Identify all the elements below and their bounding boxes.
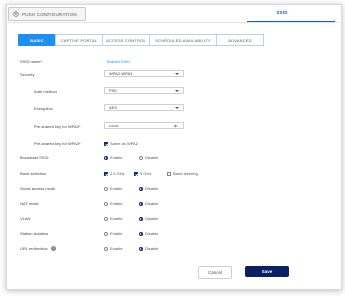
chevron-down-icon bbox=[175, 73, 179, 75]
same-as-wpa2-checkbox[interactable]: Same as WPA2 bbox=[104, 141, 138, 146]
radio-selected[interactable] bbox=[139, 201, 143, 206]
radio[interactable] bbox=[104, 186, 108, 191]
security-label: Security bbox=[20, 72, 35, 77]
tab-scheduled-availability[interactable]: SCHEDULED AVAILABILITY bbox=[149, 34, 216, 46]
security-select[interactable]: WPA2-WPA3 bbox=[104, 70, 184, 77]
checkbox[interactable] bbox=[104, 141, 108, 146]
push-configuration-button[interactable]: PUSH CONFIGURATION bbox=[8, 7, 86, 21]
ssid-name-value[interactable]: Branch SSID bbox=[107, 59, 130, 64]
radio[interactable] bbox=[104, 216, 108, 221]
vlan-disable-radio[interactable]: Disable bbox=[139, 216, 158, 221]
option-label: Enable bbox=[110, 186, 123, 191]
option-label: Disable bbox=[145, 186, 159, 191]
nat-disable-radio[interactable]: Disable bbox=[139, 201, 158, 206]
header-divider bbox=[6, 22, 340, 23]
radio-selected[interactable] bbox=[139, 246, 143, 251]
option-label: Disable bbox=[145, 155, 159, 160]
option-label: Enable bbox=[110, 246, 123, 251]
radio[interactable] bbox=[104, 231, 108, 236]
guest-enable-radio[interactable]: Enable bbox=[104, 186, 122, 191]
same-as-wpa2-label: Same as WPA2 bbox=[110, 141, 138, 146]
checkbox[interactable] bbox=[104, 171, 108, 176]
encryption-label: Encryption bbox=[34, 106, 53, 111]
guest-access-label: Guest access mode bbox=[20, 186, 56, 191]
sub-tabs: BASIC CAPTIVE PORTAL ACCESS CONTROL SCHE… bbox=[18, 34, 264, 46]
tab-captive-portal[interactable]: CAPTIVE PORTAL bbox=[55, 34, 102, 46]
radio-selected[interactable] bbox=[139, 231, 143, 236]
url-redirection-text: URL redirection bbox=[20, 246, 48, 251]
band-steering-checkbox[interactable]: Band steering bbox=[167, 171, 198, 176]
band-24-checkbox[interactable]: 2.4 GHz bbox=[104, 171, 125, 176]
tab-advanced[interactable]: ADVANCED bbox=[216, 34, 264, 46]
option-label: 5 GHz bbox=[140, 171, 152, 176]
tab-basic[interactable]: BASIC bbox=[18, 34, 55, 46]
band-5-checkbox[interactable]: 5 GHz bbox=[134, 171, 151, 176]
radio[interactable] bbox=[104, 246, 108, 251]
encryption-value: AES bbox=[109, 105, 118, 110]
broadcast-disable-radio[interactable]: Disable bbox=[139, 155, 158, 160]
url-disable-radio[interactable]: Disable bbox=[139, 246, 158, 251]
isolation-enable-radio[interactable]: Enable bbox=[104, 231, 122, 236]
ssid-name-label: SSID name* bbox=[20, 59, 43, 64]
info-icon[interactable]: i bbox=[50, 246, 56, 251]
auth-method-value: PSK bbox=[109, 88, 118, 93]
isolation-disable-radio[interactable]: Disable bbox=[139, 231, 158, 236]
nat-enable-radio[interactable]: Enable bbox=[104, 201, 122, 206]
tab-access-control[interactable]: ACCESS CONTROL bbox=[102, 34, 149, 46]
option-label: Enable bbox=[110, 155, 123, 160]
push-configuration-label: PUSH CONFIGURATION bbox=[22, 11, 77, 17]
option-label: Enable bbox=[110, 216, 123, 221]
vlan-enable-radio[interactable]: Enable bbox=[104, 216, 122, 221]
auth-method-label: Auth method bbox=[34, 89, 57, 94]
psk-wpa2-label: Pre-shared key for WPA2* bbox=[34, 124, 81, 129]
radio-selected[interactable] bbox=[104, 155, 108, 160]
tab-ssid[interactable]: SSID bbox=[247, 10, 317, 15]
url-enable-radio[interactable]: Enable bbox=[104, 246, 122, 251]
radio[interactable] bbox=[104, 201, 108, 206]
option-label: Disable bbox=[145, 201, 159, 206]
encryption-select[interactable]: AES bbox=[104, 104, 184, 111]
psk-wpa3-label: Pre-shared key for WPA3* bbox=[34, 141, 81, 146]
eye-icon[interactable] bbox=[173, 124, 178, 128]
ssid-config-panel bbox=[6, 4, 342, 290]
option-label: Disable bbox=[145, 216, 159, 221]
option-label: Disable bbox=[145, 246, 159, 251]
radio-selected[interactable] bbox=[139, 186, 143, 191]
save-button[interactable]: Save bbox=[245, 266, 289, 277]
broadcast-enable-radio[interactable]: Enable bbox=[104, 155, 122, 160]
checkbox[interactable] bbox=[134, 171, 138, 176]
band-selection-label: Band selection bbox=[20, 171, 47, 176]
option-label: Disable bbox=[145, 231, 159, 236]
option-label: Enable bbox=[110, 231, 123, 236]
chevron-down-icon bbox=[175, 107, 179, 109]
chevron-down-icon bbox=[175, 90, 179, 92]
broadcast-ssid-label: Broadcast SSID bbox=[20, 155, 49, 160]
option-label: Band steering bbox=[173, 171, 198, 176]
station-isolation-label: Station isolation bbox=[20, 231, 49, 236]
option-label: 2.4 GHz bbox=[110, 171, 125, 176]
radio[interactable] bbox=[139, 155, 143, 160]
vlan-label: VLAN bbox=[20, 216, 31, 221]
guest-disable-radio[interactable]: Disable bbox=[139, 186, 158, 191]
radio-selected[interactable] bbox=[139, 216, 143, 221]
option-label: Enable bbox=[110, 201, 123, 206]
checkbox[interactable] bbox=[167, 171, 171, 176]
push-config-icon bbox=[13, 11, 19, 17]
security-value: WPA2-WPA3 bbox=[109, 71, 133, 76]
cancel-button[interactable]: Cancel bbox=[198, 266, 232, 279]
psk-wpa2-input[interactable]: ••••••• bbox=[104, 122, 184, 129]
auth-method-select[interactable]: PSK bbox=[104, 87, 184, 94]
psk-wpa2-value: ••••••• bbox=[109, 123, 119, 128]
nat-mode-label: NAT mode bbox=[20, 201, 39, 206]
url-redirection-label: URL redirection i bbox=[20, 246, 56, 251]
